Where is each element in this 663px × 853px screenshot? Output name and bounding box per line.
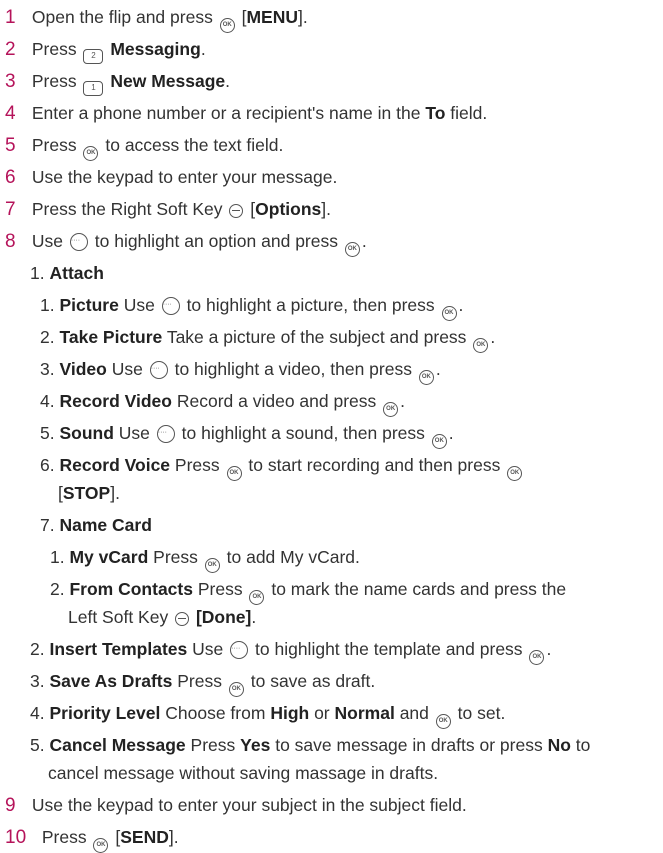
step-7: 7 Press the Right Soft Key [Options]. bbox=[5, 199, 331, 220]
option-cancel-message-cont: cancel message without saving massage in… bbox=[48, 763, 439, 783]
option-attach: 1. Attach bbox=[30, 263, 104, 283]
name-card-my-vcard: 1. My vCard Press OK to add My vCard. bbox=[50, 545, 360, 573]
step-9: 9 Use the keypad to enter your subject i… bbox=[5, 795, 467, 816]
ok-key-icon: OK bbox=[473, 338, 489, 353]
key-2-icon: 2 bbox=[83, 49, 104, 64]
option-priority-level: 4. Priority Level Choose from High or No… bbox=[30, 701, 505, 729]
attach-sound: 5. Sound Use to highlight a sound, then … bbox=[40, 421, 454, 449]
ok-key-icon: OK bbox=[441, 306, 457, 321]
key-1-icon: 1 bbox=[83, 81, 104, 96]
nav-key-icon bbox=[161, 293, 180, 317]
option-insert-templates: 2. Insert Templates Use to highlight the… bbox=[30, 637, 551, 665]
attach-record-voice: 6. Record Voice Press OK to start record… bbox=[40, 453, 524, 481]
step-10: 10 Press OK [SEND]. bbox=[5, 825, 179, 853]
soft-key-icon bbox=[175, 612, 190, 626]
step-1: 1 Open the flip and press OK [MENU]. bbox=[5, 5, 308, 33]
step-4: 4 Enter a phone number or a recipient's … bbox=[5, 103, 488, 124]
step-3: 3 Press 1 New Message. bbox=[5, 69, 230, 96]
step-2: 2 Press 2 Messaging. bbox=[5, 37, 206, 64]
nav-key-icon bbox=[156, 421, 175, 445]
ok-key-icon: OK bbox=[219, 18, 235, 33]
attach-record-voice-cont: [STOP]. bbox=[58, 483, 120, 503]
step-5: 5 Press OK to access the text field. bbox=[5, 133, 283, 161]
name-card-from-contacts-cont: Left Soft Key [Done]. bbox=[68, 607, 257, 627]
ok-key-icon: OK bbox=[435, 714, 451, 729]
ok-key-icon: OK bbox=[204, 558, 220, 573]
attach-name-card: 7. Name Card bbox=[40, 515, 152, 535]
attach-video: 3. Video Use to highlight a video, then … bbox=[40, 357, 441, 385]
attach-record-video: 4. Record Video Record a video and press… bbox=[40, 389, 405, 417]
ok-key-icon: OK bbox=[249, 590, 265, 605]
option-cancel-message: 5. Cancel Message Press Yes to save mess… bbox=[30, 735, 591, 755]
soft-key-icon bbox=[229, 204, 244, 218]
ok-key-icon: OK bbox=[383, 402, 399, 417]
ok-key-icon: OK bbox=[431, 434, 447, 449]
ok-key-icon: OK bbox=[83, 146, 99, 161]
step-6: 6 Use the keypad to enter your message. bbox=[5, 167, 338, 188]
ok-key-icon: OK bbox=[228, 682, 244, 697]
nav-key-icon bbox=[149, 357, 168, 381]
attach-take-picture: 2. Take Picture Take a picture of the su… bbox=[40, 325, 495, 353]
step-8: 8 Use to highlight an option and press O… bbox=[5, 229, 367, 257]
attach-picture: 1. Picture Use to highlight a picture, t… bbox=[40, 293, 463, 321]
ok-key-icon: OK bbox=[529, 650, 545, 665]
ok-key-icon: OK bbox=[344, 242, 360, 257]
ok-key-icon: OK bbox=[507, 466, 523, 481]
nav-key-icon bbox=[69, 229, 88, 253]
option-save-as-drafts: 3. Save As Drafts Press OK to save as dr… bbox=[30, 669, 375, 697]
nav-key-icon bbox=[230, 637, 249, 661]
name-card-from-contacts: 2. From Contacts Press OK to mark the na… bbox=[50, 577, 566, 605]
ok-key-icon: OK bbox=[226, 466, 242, 481]
ok-key-icon: OK bbox=[418, 370, 434, 385]
